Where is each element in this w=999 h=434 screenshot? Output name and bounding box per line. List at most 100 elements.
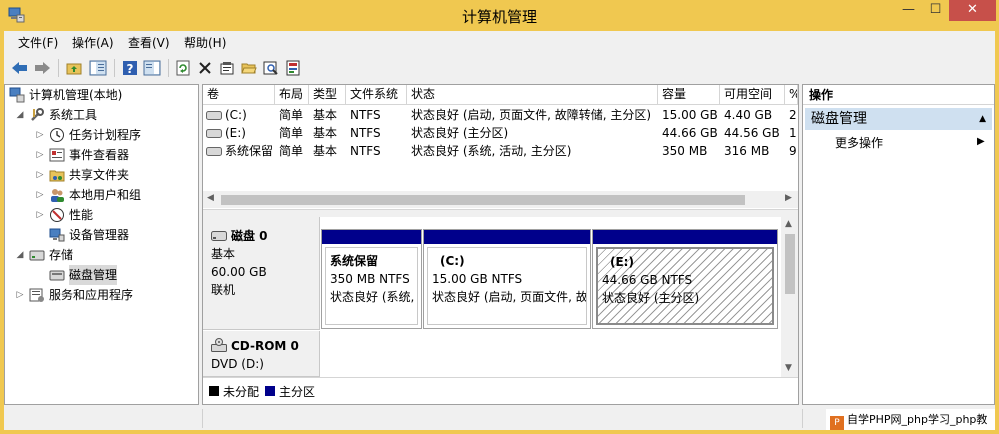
column-header-layout[interactable]: 布局 xyxy=(275,85,309,105)
expand-arrow-icon[interactable]: ▷ xyxy=(35,205,45,225)
event-viewer-icon xyxy=(49,148,65,162)
cdrom-0-label[interactable]: CD-ROM 0 DVD (D:) xyxy=(203,331,320,377)
volume-free-space: 316 MB xyxy=(724,144,770,158)
window-title: 计算机管理 xyxy=(461,8,537,26)
legend-swatch-unallocated xyxy=(209,386,219,396)
tree-label: 服务和应用程序 xyxy=(49,288,134,302)
disk-settings-button[interactable] xyxy=(283,58,303,78)
minimize-button[interactable]: — xyxy=(895,0,922,21)
expand-arrow-icon[interactable]: ▷ xyxy=(35,145,45,165)
menu-view[interactable]: 查看(V) xyxy=(128,34,170,51)
partition-e[interactable]: (E:) 44.66 GB NTFS 状态良好 (主分区) xyxy=(592,229,778,329)
properties-button[interactable] xyxy=(217,58,237,78)
up-level-button[interactable] xyxy=(64,58,84,78)
volume-icon xyxy=(206,147,222,156)
scroll-right-icon[interactable]: ▶ xyxy=(785,193,792,203)
table-row[interactable]: (C:) 简单 基本 NTFS 状态良好 (启动, 页面文件, 故障转储, 主分… xyxy=(203,106,798,124)
pane-splitter[interactable] xyxy=(203,209,798,217)
tree-label: 任务计划程序 xyxy=(69,128,142,142)
svg-text:?: ? xyxy=(127,62,134,76)
legend-swatch-primary xyxy=(265,386,275,396)
actions-group-disk-management[interactable]: 磁盘管理 ▲ xyxy=(805,108,992,130)
search-button[interactable] xyxy=(261,58,281,78)
toolbar: ? xyxy=(4,55,995,81)
forward-button[interactable] xyxy=(32,58,52,78)
refresh-button[interactable] xyxy=(173,58,193,78)
volume-status: 状态良好 (启动, 页面文件, 故障转储, 主分区) xyxy=(411,108,652,122)
properties-icon xyxy=(220,62,234,75)
show-action-pane-button[interactable] xyxy=(142,58,162,78)
menu-file[interactable]: 文件(F) xyxy=(18,34,58,51)
watermark: P 自学PHP网_php学习_php教 xyxy=(826,409,995,430)
title-bar[interactable]: 计算机管理 — ☐ ✕ xyxy=(0,0,999,31)
disk-0-label[interactable]: 磁盘 0 基本 60.00 GB 联机 xyxy=(203,217,320,330)
menu-action[interactable]: 操作(A) xyxy=(72,34,114,51)
back-button[interactable] xyxy=(10,58,30,78)
volume-free-space: 44.56 GB xyxy=(724,126,780,140)
volume-filesystem: NTFS xyxy=(350,126,381,140)
legend-label: 未分配 xyxy=(223,385,260,399)
volume-percent: 2 xyxy=(789,108,797,122)
tree-label: 存储 xyxy=(49,248,74,262)
maximize-button[interactable]: ☐ xyxy=(922,0,949,21)
scrollbar-thumb[interactable] xyxy=(785,234,795,294)
open-button[interactable] xyxy=(239,58,259,78)
console-tree-icon xyxy=(89,60,107,76)
column-header-filesystem[interactable]: 文件系统 xyxy=(346,85,407,105)
open-folder-icon xyxy=(241,63,257,74)
expand-arrow-icon[interactable]: ▷ xyxy=(35,165,45,185)
column-header-percent[interactable]: % xyxy=(785,85,798,105)
delete-button[interactable] xyxy=(195,58,215,78)
scrollbar-thumb[interactable] xyxy=(221,195,745,205)
show-hide-tree-button[interactable] xyxy=(88,58,108,78)
console-tree: 计算机管理(本地) ◢ 系统工具 ▷ 任务计划程序 ▷ 事件查看器 ▷ 共享文件… xyxy=(4,84,199,405)
volume-type: 基本 xyxy=(313,108,338,122)
expand-arrow-icon[interactable]: ▷ xyxy=(35,185,45,205)
close-button[interactable]: ✕ xyxy=(949,0,996,21)
more-actions-label: 更多操作 xyxy=(835,136,884,150)
column-header-free-space[interactable]: 可用空间 xyxy=(720,85,785,105)
toolbar-separator xyxy=(168,59,169,77)
disk-map: 磁盘 0 基本 60.00 GB 联机 系统保留 350 MB NTFS 状态良… xyxy=(203,217,798,404)
partition-body: (E:) 44.66 GB NTFS 状态良好 (主分区) xyxy=(596,247,774,325)
vertical-scrollbar[interactable]: ▲ ▼ xyxy=(781,217,798,377)
column-header-volume[interactable]: 卷 xyxy=(203,85,275,105)
volume-name: (C:) xyxy=(225,108,247,122)
device-manager-icon xyxy=(49,228,65,242)
menu-help[interactable]: 帮助(H) xyxy=(184,34,226,51)
table-row[interactable]: (E:) 简单 基本 NTFS 状态良好 (主分区) 44.66 GB 44.5… xyxy=(203,124,798,142)
tree-label: 本地用户和组 xyxy=(69,188,142,202)
scroll-up-icon[interactable]: ▲ xyxy=(785,219,792,229)
help-button[interactable]: ? xyxy=(120,58,140,78)
expand-arrow-icon[interactable]: ▷ xyxy=(35,125,45,145)
horizontal-scrollbar[interactable]: ◀ ▶ xyxy=(203,191,798,208)
status-divider xyxy=(202,409,203,428)
more-actions-item[interactable]: 更多操作 xyxy=(835,134,883,152)
collapse-arrow-icon[interactable]: ◢ xyxy=(15,105,25,125)
scroll-down-icon[interactable]: ▼ xyxy=(785,363,792,373)
column-header-type[interactable]: 类型 xyxy=(309,85,346,105)
volume-layout: 简单 xyxy=(279,126,304,140)
partition-system-reserved[interactable]: 系统保留 350 MB NTFS 状态良好 (系统, xyxy=(321,229,422,329)
partition-name: (C:) xyxy=(440,254,465,268)
partition-bar xyxy=(322,230,421,244)
submenu-arrow-icon[interactable]: ▶ xyxy=(977,136,985,147)
volume-filesystem: NTFS xyxy=(350,144,381,158)
scroll-left-icon[interactable]: ◀ xyxy=(207,193,214,203)
watermark-logo-icon: P xyxy=(830,416,844,430)
expand-arrow-icon[interactable]: ▷ xyxy=(15,285,25,305)
window: 计算机管理 — ☐ ✕ 文件(F) 操作(A) 查看(V) 帮助(H) ? 计算… xyxy=(0,0,999,434)
actions-pane: 操作 磁盘管理 ▲ 更多操作 ▶ xyxy=(802,84,995,405)
disk-type: 基本 xyxy=(211,247,236,261)
volume-free-space: 4.40 GB xyxy=(724,108,773,122)
collapse-up-icon[interactable]: ▲ xyxy=(979,108,986,130)
table-row[interactable]: 系统保留 简单 基本 NTFS 状态良好 (系统, 活动, 主分区) 350 M… xyxy=(203,142,798,160)
column-header-capacity[interactable]: 容量 xyxy=(658,85,720,105)
partition-c[interactable]: (C:) 15.00 GB NTFS 状态良好 (启动, 页面文件, 故 xyxy=(423,229,591,329)
column-header-status[interactable]: 状态 xyxy=(407,85,658,105)
forward-arrow-icon xyxy=(35,62,50,74)
disk-icon xyxy=(211,231,227,241)
collapse-arrow-icon[interactable]: ◢ xyxy=(15,245,25,265)
tree-label: 计算机管理(本地) xyxy=(29,88,123,102)
actions-group-label: 磁盘管理 xyxy=(811,111,867,127)
